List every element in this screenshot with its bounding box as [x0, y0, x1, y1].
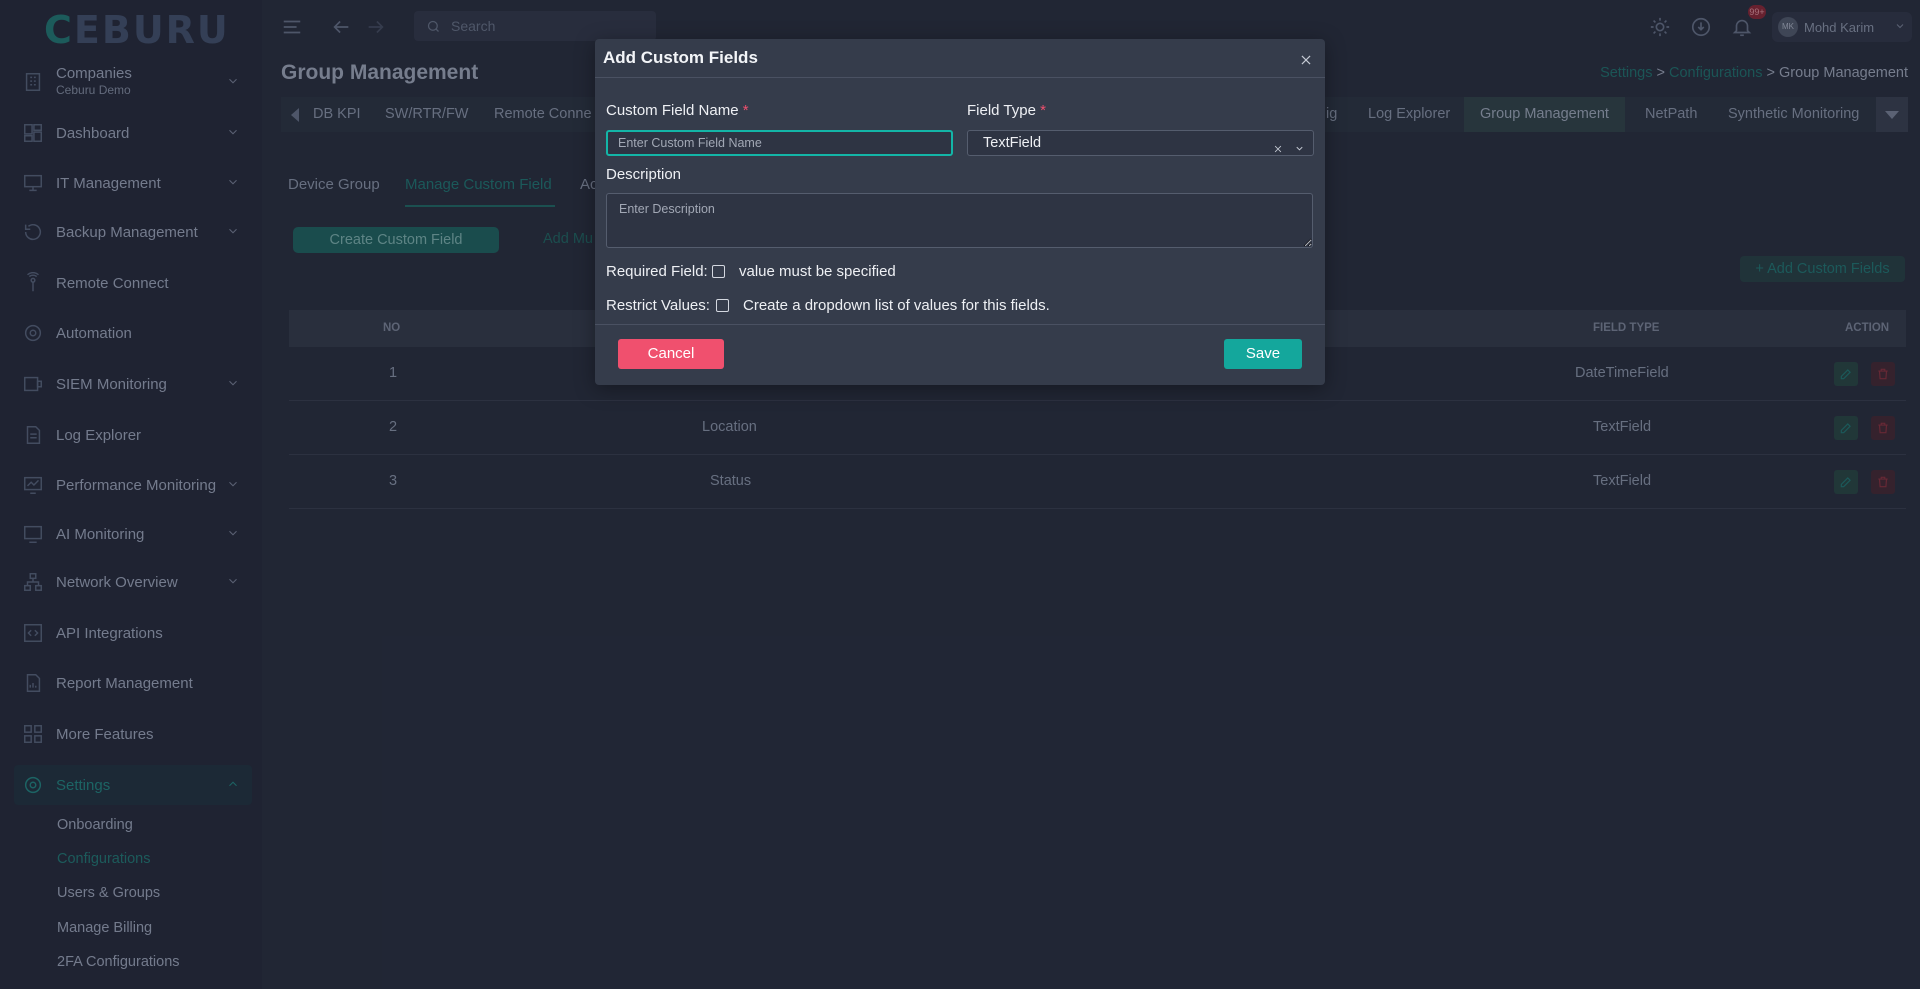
- field-type-label: Field Type *: [967, 102, 1046, 119]
- field-type-label-text: Field Type: [967, 102, 1036, 119]
- field-type-select[interactable]: TextField: [967, 130, 1314, 156]
- required-asterisk: *: [1040, 102, 1046, 119]
- chevron-down-icon[interactable]: [1294, 138, 1305, 151]
- required-field-label: Required Field:: [606, 263, 708, 280]
- description-textarea[interactable]: [606, 193, 1313, 248]
- field-type-value: TextField: [983, 135, 1042, 151]
- restrict-values-hint: Create a dropdown list of values for thi…: [743, 297, 1050, 314]
- required-field-checkbox[interactable]: [712, 265, 725, 278]
- required-field-hint: value must be specified: [739, 263, 896, 280]
- modal-footer-divider: [595, 324, 1325, 325]
- custom-field-name-input[interactable]: [606, 130, 953, 156]
- custom-field-name-label-text: Custom Field Name: [606, 102, 739, 119]
- cancel-button[interactable]: Cancel: [618, 339, 724, 369]
- restrict-values-label: Restrict Values:: [606, 297, 710, 314]
- custom-field-name-label: Custom Field Name *: [606, 102, 749, 119]
- modal-title: Add Custom Fields: [603, 48, 758, 67]
- required-asterisk: *: [742, 102, 749, 119]
- modal-header-divider: [595, 77, 1325, 78]
- description-label: Description: [606, 166, 682, 183]
- clear-icon[interactable]: [1273, 138, 1283, 153]
- save-button[interactable]: Save: [1224, 339, 1302, 369]
- restrict-values-checkbox[interactable]: [716, 299, 729, 312]
- close-icon[interactable]: [1299, 53, 1313, 67]
- add-custom-fields-modal: Add Custom Fields Custom Field Name * Fi…: [595, 39, 1325, 385]
